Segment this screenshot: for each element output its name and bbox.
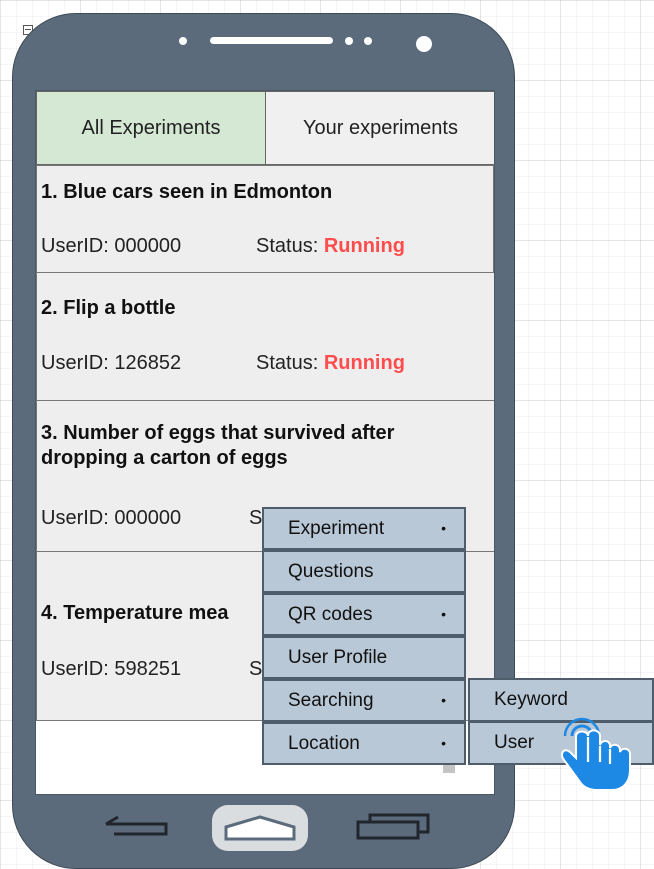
experiment-status: Status: Running [256, 352, 405, 375]
home-icon [224, 815, 296, 841]
recent-apps-icon[interactable] [356, 810, 432, 844]
submenu-arrow-icon: • [441, 520, 446, 536]
menu-item-label: Location [288, 733, 360, 754]
menu-item-qr-codes[interactable]: QR codes • [262, 593, 466, 636]
menu-item-questions[interactable]: Questions [262, 550, 466, 593]
tab-all-experiments[interactable]: All Experiments [36, 91, 266, 165]
back-icon[interactable] [100, 810, 170, 844]
tab-label: Your experiments [303, 116, 458, 139]
experiment-user-id: UserID: 000000 [41, 235, 182, 257]
experiment-status: S [249, 507, 262, 530]
menu-item-label: QR codes [288, 604, 373, 625]
tab-label: All Experiments [81, 116, 221, 139]
experiment-card[interactable]: 1. Blue cars seen in Edmonton UserID: 00… [36, 165, 494, 273]
experiment-card[interactable]: 2. Flip a bottle UserID: 126852 Status: … [36, 272, 494, 401]
experiment-title: 2. Flip a bottle [41, 297, 176, 319]
status-badge: Running [323, 235, 405, 257]
status-label: Status: [256, 352, 319, 374]
submenu-arrow-icon: • [441, 735, 446, 751]
sensor-dot-icon [364, 37, 372, 45]
experiment-user-id: UserID: 126852 [41, 352, 182, 374]
home-button[interactable] [212, 805, 308, 851]
submenu-arrow-icon: • [441, 692, 446, 708]
menu-item-label: Searching [288, 690, 374, 711]
status-badge: Running [323, 352, 405, 374]
sensor-dot-icon [179, 37, 187, 45]
menu-item-experiment[interactable]: Experiment • [262, 507, 466, 550]
submenu-item-label: Keyword [494, 689, 568, 710]
menu-item-location[interactable]: Location • [262, 722, 466, 765]
menu-item-searching[interactable]: Searching • [262, 679, 466, 722]
experiment-status: Status: Running [256, 235, 405, 258]
status-label: Status: [256, 235, 319, 257]
experiment-title: 3. Number of eggs that survived after dr… [41, 422, 395, 469]
front-camera-icon [416, 36, 432, 52]
hand-pointer-icon [560, 717, 631, 791]
menu-item-label: Questions [288, 561, 374, 582]
experiment-status: S [249, 658, 262, 681]
experiment-title: 4. Temperature mea [41, 602, 229, 624]
status-label: S [249, 658, 263, 680]
experiment-user-id: UserID: 000000 [41, 507, 182, 529]
experiment-user-id: UserID: 598251 [41, 658, 182, 680]
menu-item-label: Experiment [288, 518, 385, 539]
submenu-arrow-icon: • [441, 606, 446, 622]
status-label: S [249, 507, 263, 529]
sensor-dot-icon [345, 37, 353, 45]
speaker-grille [210, 37, 333, 44]
menu-item-label: User Profile [288, 647, 388, 668]
menu-item-user-profile[interactable]: User Profile [262, 636, 466, 679]
experiment-title: 1. Blue cars seen in Edmonton [41, 181, 333, 203]
submenu-item-label: User [494, 732, 535, 753]
tab-your-experiments[interactable]: Your experiments [265, 91, 494, 165]
